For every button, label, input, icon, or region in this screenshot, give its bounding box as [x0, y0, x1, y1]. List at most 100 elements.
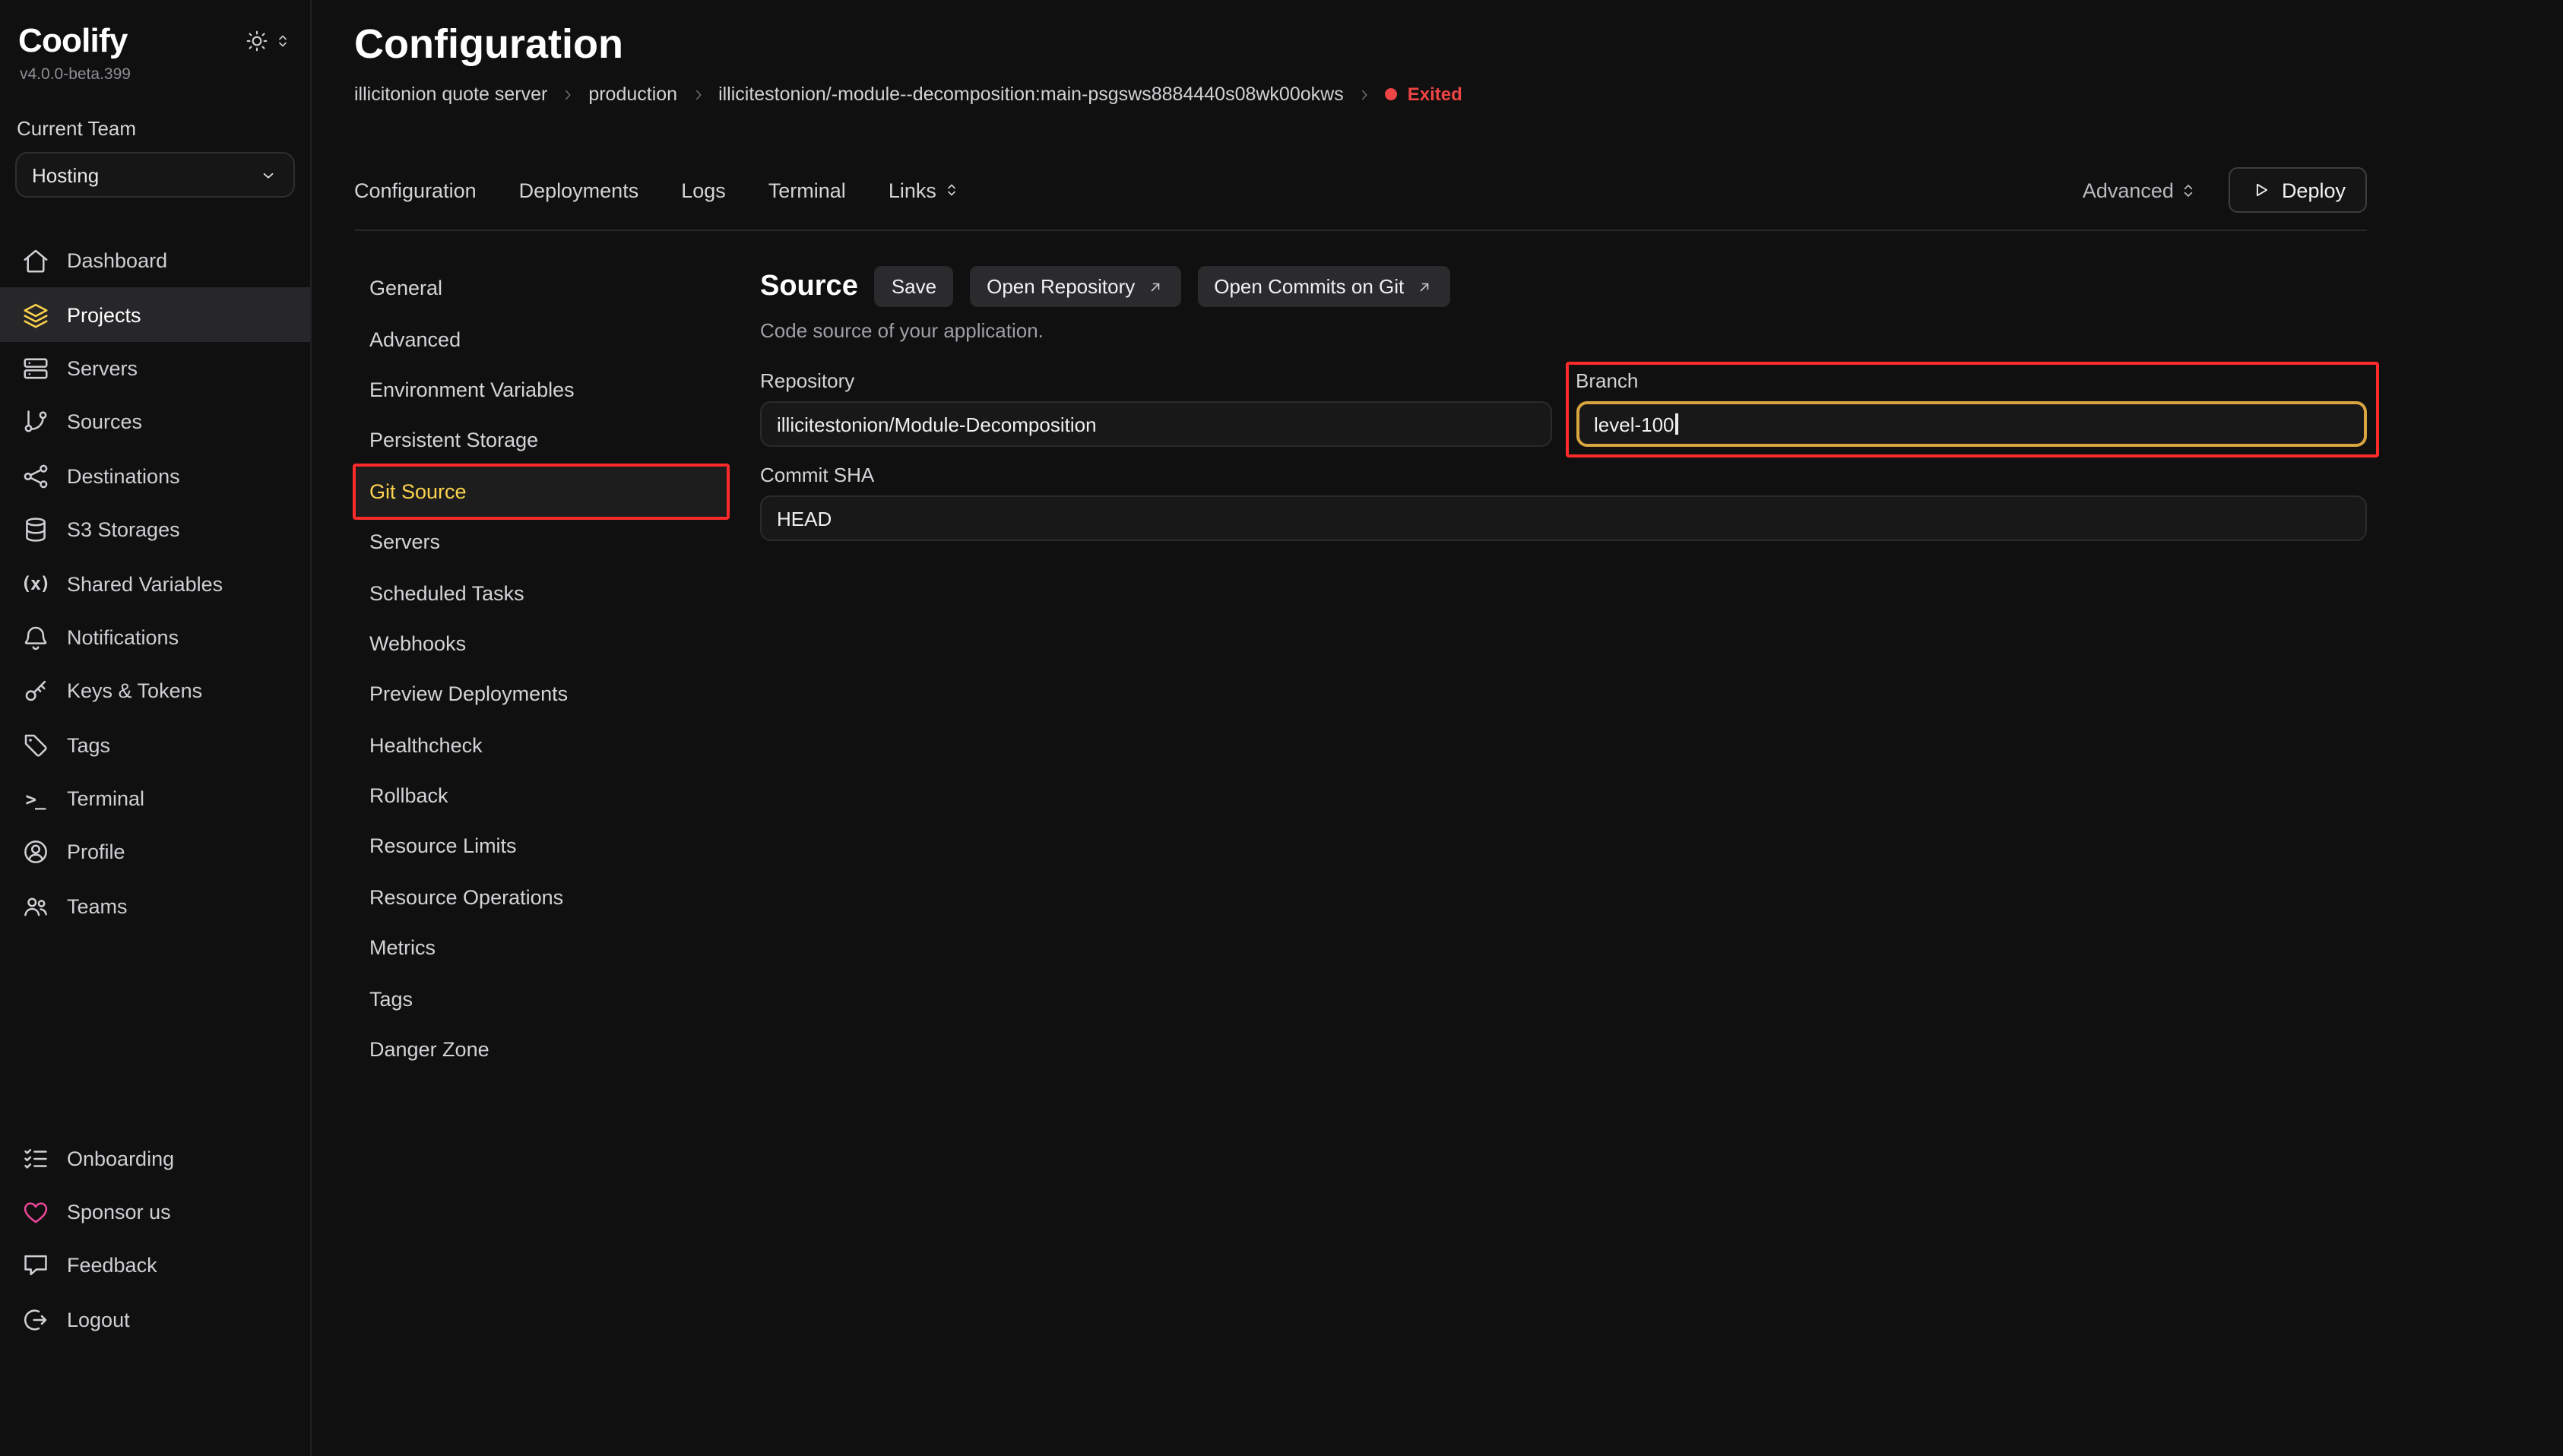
sidebar-item-label: Sponsor us: [67, 1201, 171, 1223]
breadcrumb-project[interactable]: illicitonion quote server: [354, 84, 547, 105]
sidebar-item-profile[interactable]: Profile: [0, 826, 310, 880]
sidebar-item-label: S3 Storages: [67, 518, 180, 541]
sidebar-item-dashboard[interactable]: Dashboard: [0, 234, 310, 288]
sidebar-item-destinations[interactable]: Destinations: [0, 449, 310, 503]
home-icon: [20, 245, 50, 276]
sidebar-item-label: Logout: [67, 1309, 130, 1331]
chat-icon: [20, 1251, 50, 1281]
sidebar-item-label: Servers: [67, 357, 138, 380]
subnav-item-resource-limits[interactable]: Resource Limits: [354, 821, 728, 872]
sidebar-item-tags[interactable]: Tags: [0, 718, 310, 772]
external-link-icon: [1415, 277, 1433, 296]
sidebar-item-label: Projects: [67, 303, 141, 326]
tab-terminal[interactable]: Terminal: [768, 179, 846, 201]
commit-sha-input[interactable]: HEAD: [760, 495, 2367, 541]
status-label: Exited: [1408, 84, 1462, 105]
sidebar-item-projects[interactable]: Projects: [0, 288, 310, 342]
subnav-item-git-source[interactable]: Git Source: [354, 466, 728, 517]
variables-icon: (x): [20, 568, 50, 599]
subnav-item-preview-deployments[interactable]: Preview Deployments: [354, 669, 728, 720]
configuration-content: General Advanced Environment Variables P…: [354, 263, 2367, 1456]
deploy-button[interactable]: Deploy: [2229, 167, 2367, 213]
chevron-right-icon: [559, 86, 576, 103]
subnav-item-metrics[interactable]: Metrics: [354, 923, 728, 973]
branch-field: Branch level-100: [1576, 369, 2367, 447]
heart-icon: [20, 1197, 50, 1227]
subnav-item-persistent-storage[interactable]: Persistent Storage: [354, 415, 728, 466]
tab-links[interactable]: Links: [889, 179, 961, 201]
sidebar-item-onboarding[interactable]: Onboarding: [0, 1132, 310, 1185]
tab-configuration[interactable]: Configuration: [354, 179, 477, 201]
terminal-icon: >_: [20, 783, 50, 814]
teams-icon: [20, 891, 50, 922]
sidebar-item-label: Terminal: [67, 787, 144, 810]
advanced-selector[interactable]: Advanced: [2083, 179, 2198, 201]
git-source-form: Source Save Open Repository Open Commits…: [760, 266, 2367, 1456]
breadcrumb-environment[interactable]: production: [588, 84, 677, 105]
sidebar-item-feedback[interactable]: Feedback: [0, 1239, 310, 1293]
sidebar-item-teams[interactable]: Teams: [0, 879, 310, 933]
sidebar-item-notifications[interactable]: Notifications: [0, 610, 310, 664]
tab-logs[interactable]: Logs: [681, 179, 726, 201]
open-repository-button[interactable]: Open Repository: [970, 266, 1180, 307]
subnav-item-environment-variables[interactable]: Environment Variables: [354, 365, 728, 416]
subnav-item-servers[interactable]: Servers: [354, 517, 728, 568]
tab-deployments[interactable]: Deployments: [519, 179, 639, 201]
subnav-item-resource-operations[interactable]: Resource Operations: [354, 872, 728, 923]
app-version: v4.0.0-beta.399: [0, 61, 310, 84]
sidebar-item-label: Tags: [67, 733, 110, 756]
team-select[interactable]: Hosting: [15, 152, 295, 198]
subnav-item-healthcheck[interactable]: Healthcheck: [354, 720, 728, 771]
sidebar-item-label: Onboarding: [67, 1147, 174, 1170]
subnav-item-general[interactable]: General: [354, 263, 728, 314]
repository-label: Repository: [760, 369, 1551, 392]
breadcrumb-application[interactable]: illicitestonion/-module--decomposition:m…: [718, 84, 1344, 105]
key-icon: [20, 676, 50, 707]
chevron-up-down-icon: [274, 32, 292, 50]
chevron-right-icon: [689, 86, 706, 103]
sidebar-item-servers[interactable]: Servers: [0, 342, 310, 396]
tabs-row: Configuration Deployments Logs Terminal …: [354, 167, 2367, 213]
form-subtitle: Code source of your application.: [760, 319, 2367, 342]
config-subnav: General Advanced Environment Variables P…: [354, 263, 728, 1456]
subnav-item-scheduled-tasks[interactable]: Scheduled Tasks: [354, 568, 728, 619]
sidebar-item-s3-storages[interactable]: S3 Storages: [0, 503, 310, 557]
git-branch-icon: [20, 407, 50, 438]
open-commits-button[interactable]: Open Commits on Git: [1197, 266, 1449, 307]
subnav-item-danger-zone[interactable]: Danger Zone: [354, 1024, 728, 1075]
checklist-icon: [20, 1143, 50, 1173]
sidebar-item-shared-variables[interactable]: (x) Shared Variables: [0, 557, 310, 611]
subnav-item-rollback[interactable]: Rollback: [354, 771, 728, 821]
sidebar-item-sources[interactable]: Sources: [0, 395, 310, 449]
repository-field: Repository illicitestonion/Module-Decomp…: [760, 369, 1551, 447]
sidebar-item-label: Sources: [67, 411, 142, 434]
sidebar-item-logout[interactable]: Logout: [0, 1293, 310, 1347]
server-icon: [20, 353, 50, 384]
subnav-item-webhooks[interactable]: Webhooks: [354, 618, 728, 669]
sidebar-item-label: Dashboard: [67, 249, 167, 272]
repository-input[interactable]: illicitestonion/Module-Decomposition: [760, 401, 1551, 447]
sidebar-item-label: Teams: [67, 895, 128, 918]
sidebar-item-sponsor[interactable]: Sponsor us: [0, 1185, 310, 1239]
fields-row: Repository illicitestonion/Module-Decomp…: [760, 369, 2367, 447]
tabs: Configuration Deployments Logs Terminal …: [354, 179, 961, 201]
branch-input[interactable]: level-100: [1576, 401, 2367, 447]
main-content: Configuration illicitonion quote server …: [312, 0, 2563, 1456]
theme-toggle[interactable]: [245, 29, 292, 53]
save-button[interactable]: Save: [875, 266, 953, 307]
sun-icon: [245, 29, 269, 53]
subnav-item-tags[interactable]: Tags: [354, 973, 728, 1024]
profile-icon: [20, 837, 50, 868]
sidebar-footer: Onboarding Sponsor us Feedback Logout: [0, 1132, 310, 1456]
sidebar-item-label: Destinations: [67, 465, 180, 488]
play-icon: [2250, 179, 2271, 201]
subnav-item-advanced[interactable]: Advanced: [354, 314, 728, 365]
sidebar-item-terminal[interactable]: >_ Terminal: [0, 772, 310, 826]
tabs-divider: [354, 229, 2367, 231]
breadcrumb: illicitonion quote server production ill…: [354, 84, 2367, 105]
tag-icon: [20, 730, 50, 760]
sidebar-item-keys-tokens[interactable]: Keys & Tokens: [0, 664, 310, 718]
commit-sha-label: Commit SHA: [760, 464, 2367, 486]
chevron-up-down-icon: [943, 181, 961, 199]
team-select-value: Hosting: [32, 163, 99, 186]
